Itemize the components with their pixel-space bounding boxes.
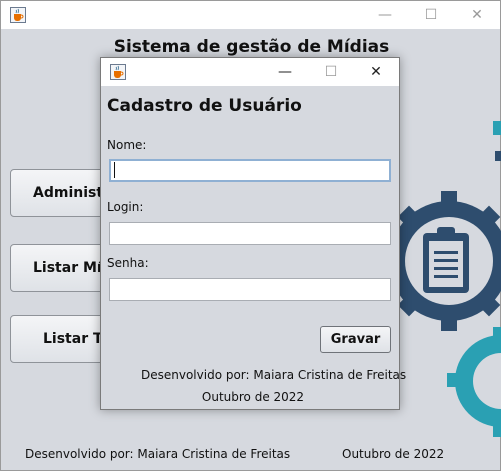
senha-input[interactable]: [109, 278, 391, 301]
login-label: Login:: [107, 200, 144, 214]
main-titlebar[interactable]: — ☐ ✕: [1, 1, 500, 29]
app-title: Sistema de gestão de Mídias: [113, 37, 390, 57]
cadastro-usuario-dialog: — ☐ ✕ Cadastro de Usuário Nome: Login: S…: [100, 57, 407, 410]
senha-label: Senha:: [107, 256, 149, 270]
dialog-titlebar[interactable]: — ☐ ✕: [101, 58, 399, 86]
main-close-button[interactable]: ✕: [454, 1, 500, 29]
nome-label: Nome:: [107, 138, 147, 152]
dialog-credit: Desenvolvido por: Maiara Cristina de Fre…: [141, 368, 407, 382]
main-maximize-button[interactable]: ☐: [408, 1, 454, 29]
java-cup-icon: [110, 64, 126, 80]
dialog-minimize-button[interactable]: —: [262, 58, 308, 86]
java-cup-icon: [10, 7, 26, 23]
dialog-maximize-button[interactable]: ☐: [308, 58, 354, 86]
dialog-heading: Cadastro de Usuário: [107, 96, 302, 116]
footer-credit: Desenvolvido por: Maiara Cristina de Fre…: [25, 447, 291, 461]
dialog-date: Outubro de 2022: [201, 390, 305, 404]
main-minimize-button[interactable]: —: [362, 1, 408, 29]
gravar-button[interactable]: Gravar: [320, 326, 391, 353]
footer-date: Outubro de 2022: [342, 447, 445, 461]
login-input[interactable]: [109, 222, 391, 245]
clipboard-icon: [423, 227, 469, 293]
dialog-close-button[interactable]: ✕: [353, 58, 399, 86]
nome-input[interactable]: [109, 159, 391, 182]
text-caret: [114, 162, 115, 178]
